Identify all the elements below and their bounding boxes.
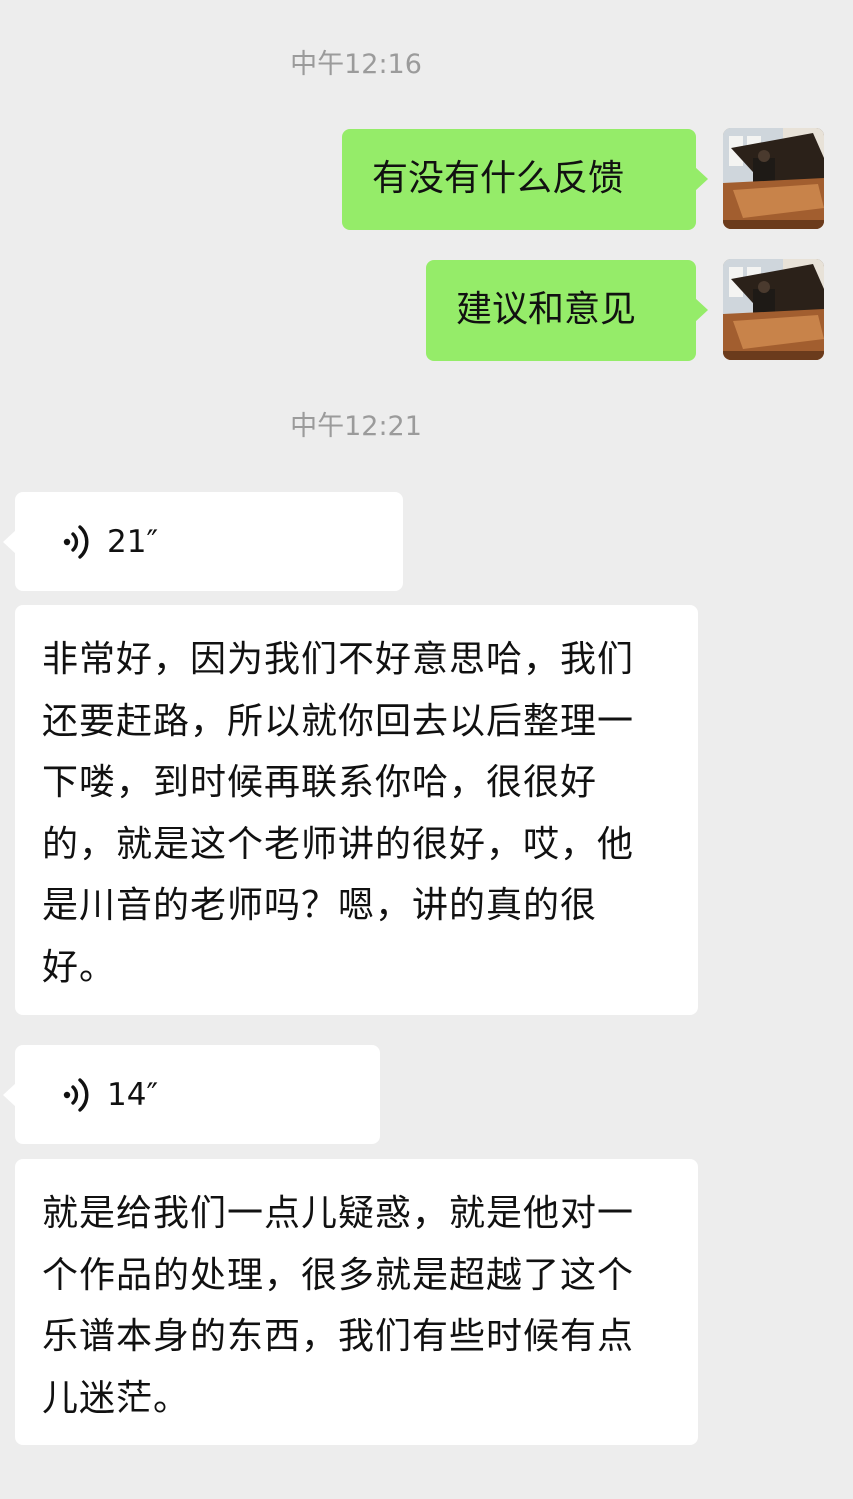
transcript-text: 非常好，因为我们不好意思哈，我们还要赶路，所以就你回去以后整理一下喽，到时候再联… [42,639,635,988]
voice-transcript-bubble[interactable]: 就是给我们一点儿疑惑，就是他对一个作品的处理，很多就是超越了这个乐谱本身的东西，… [15,1159,698,1445]
message-text: 建议和意见 [456,289,637,330]
voice-duration: 21″ [107,524,159,560]
sent-message-bubble[interactable]: 建议和意见 [426,260,708,361]
avatar-photo [723,128,824,229]
sent-message-bubble[interactable]: 有没有什么反馈 [342,129,708,230]
timestamp: 中午12:16 [290,49,422,80]
transcript-text: 就是给我们一点儿疑惑，就是他对一个作品的处理，很多就是超越了这个乐谱本身的东西，… [42,1193,635,1419]
message-text: 有没有什么反馈 [372,158,625,199]
timestamp: 中午12:21 [290,411,422,442]
voice-message-bubble[interactable]: 14″ [3,1045,380,1144]
voice-message-bubble[interactable]: 21″ [3,492,403,591]
voice-wave-icon [63,525,89,559]
voice-wave-icon [63,1078,89,1112]
avatar-photo [723,259,824,360]
avatar[interactable] [723,259,824,360]
voice-duration: 14″ [107,1077,159,1113]
avatar[interactable] [723,128,824,229]
voice-transcript-bubble[interactable]: 非常好，因为我们不好意思哈，我们还要赶路，所以就你回去以后整理一下喽，到时候再联… [15,605,698,1015]
